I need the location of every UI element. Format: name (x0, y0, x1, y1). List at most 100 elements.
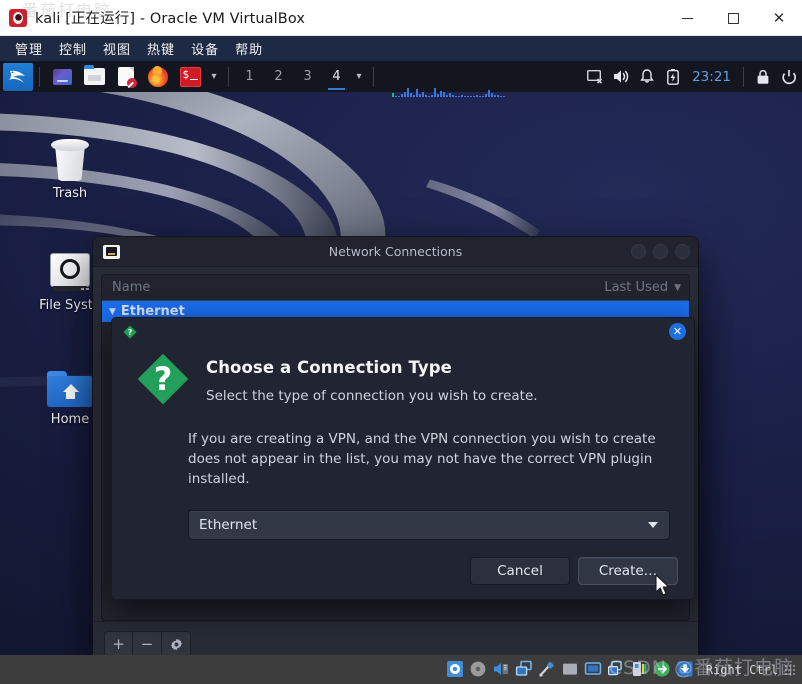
panel-separator (228, 66, 229, 87)
column-header-name[interactable]: Name (102, 280, 569, 295)
resize-grip[interactable] (784, 663, 796, 676)
create-button[interactable]: Create… (578, 557, 678, 585)
dialog-paragraph: If you are creating a VPN, and the VPN c… (188, 431, 656, 487)
dialog-heading: Choose a Connection Type (206, 358, 452, 377)
edit-connection-button[interactable] (162, 631, 191, 655)
nc-maximize-button[interactable] (653, 244, 668, 259)
text-editor-launcher[interactable] (113, 65, 139, 89)
vm-state-icon[interactable] (630, 660, 650, 680)
dialog-footer: Cancel Create… (112, 557, 694, 599)
terminal-launcher[interactable] (177, 65, 203, 89)
shared-folder-icon[interactable] (561, 660, 581, 680)
mouse-integration-icon[interactable] (653, 660, 673, 680)
virtualbox-icon (9, 8, 27, 27)
window-controls: ✕ (664, 0, 802, 36)
question-diamond-icon: ? (123, 324, 137, 339)
nc-minimize-button[interactable] (631, 244, 646, 259)
desktop-icon-label: File Syste (39, 298, 101, 313)
chevron-down-icon (648, 521, 658, 528)
chevron-down-icon[interactable]: ▾ (206, 71, 222, 82)
menu-item-control[interactable]: 控制 (52, 37, 94, 60)
minimize-button[interactable] (664, 0, 710, 36)
question-diamond-icon: ? (136, 352, 190, 410)
menubar: 管理 控制 视图 热键 设备 帮助 (0, 36, 802, 61)
column-header-last-used[interactable]: Last Used ▼ (569, 280, 689, 295)
panel-separator (39, 66, 40, 87)
menu-item-help[interactable]: 帮助 (228, 37, 270, 60)
connection-type-select-wrap: Ethernet (188, 509, 670, 540)
menu-item-devices[interactable]: 设备 (184, 37, 226, 60)
expander-icon[interactable]: ▼ (109, 307, 116, 317)
kali-dragon-icon[interactable] (3, 62, 33, 91)
usb-icon[interactable] (538, 660, 558, 680)
logout-icon[interactable] (776, 65, 802, 89)
workspace-1[interactable]: 1 (239, 63, 260, 90)
gear-icon (170, 638, 182, 650)
home-icon (47, 371, 93, 407)
battery-icon[interactable] (660, 65, 686, 89)
file-manager-launcher[interactable] (49, 65, 75, 89)
desktop-icon-trash[interactable]: Trash (22, 139, 118, 201)
desktop-icon-label: Home (50, 412, 90, 427)
lock-screen-icon[interactable] (750, 65, 776, 89)
files-icon (52, 68, 72, 85)
terminal-icon (179, 66, 201, 87)
close-button[interactable]: ✕ (756, 0, 802, 36)
workspace-4[interactable]: 4 (326, 63, 347, 90)
folder-icon (83, 65, 105, 85)
display-off-icon[interactable] (582, 65, 608, 89)
network-icon[interactable] (515, 660, 535, 680)
volume-icon[interactable] (608, 65, 634, 89)
virtualbox-status-bar: CSDN @番茄打电脑 Right Ctrl (0, 655, 802, 684)
workspace-3[interactable]: 3 (297, 63, 318, 90)
nc-window-controls (631, 244, 690, 259)
nc-toolbar: + − (93, 621, 698, 655)
menu-item-hotkeys[interactable]: 热键 (140, 37, 182, 60)
document-icon (118, 67, 137, 88)
panel-separator (373, 66, 374, 87)
connections-list-header: Name Last Used ▼ (102, 275, 689, 301)
svg-text:?: ? (154, 360, 173, 398)
nc-close-button[interactable] (675, 244, 690, 259)
nc-titlebar[interactable]: Network Connections (93, 237, 698, 267)
trash-icon (50, 139, 90, 181)
cancel-button[interactable]: Cancel (470, 557, 570, 585)
folder-launcher[interactable] (81, 65, 107, 89)
menu-item-manage[interactable]: 管理 (8, 37, 50, 60)
chevron-down-icon[interactable]: ▾ (351, 71, 367, 82)
panel-separator (743, 66, 744, 87)
display-icon[interactable] (584, 660, 604, 680)
panel-spacer (380, 61, 582, 97)
optical-disk-icon[interactable] (469, 660, 489, 680)
connection-type-select-value: Ethernet (199, 516, 258, 533)
dialog-subtitle: Select the type of connection you wish t… (206, 388, 538, 404)
menu-item-view[interactable]: 视图 (96, 37, 138, 60)
desktop-icon-label: Trash (52, 186, 88, 201)
dialog-header: ? ✕ (112, 318, 694, 346)
kali-panel: ▾ 1 2 3 4 ▾ (0, 61, 802, 97)
add-connection-button[interactable]: + (104, 631, 133, 655)
hard-disk-icon[interactable] (446, 660, 466, 680)
window-titlebar: 番茄打电脑 kali [正在运行] - Oracle VM VirtualBox… (0, 0, 802, 36)
notification-bell-icon[interactable] (634, 65, 660, 89)
column-header-last-used-label: Last Used (604, 280, 669, 295)
connection-type-select[interactable]: Ethernet (188, 509, 670, 540)
ethernet-port-icon (103, 244, 120, 259)
virtualbox-window: 番茄打电脑 kali [正在运行] - Oracle VM VirtualBox… (0, 0, 802, 684)
recording-icon[interactable] (607, 660, 627, 680)
nc-window-title: Network Connections (328, 244, 463, 259)
workspace-2[interactable]: 2 (268, 63, 289, 90)
remove-connection-button[interactable]: − (133, 631, 162, 655)
firefox-launcher[interactable] (145, 65, 171, 89)
maximize-button[interactable] (710, 0, 756, 36)
dialog-texts: Choose a Connection Type Select the type… (206, 352, 670, 410)
panel-clock[interactable]: 23:21 (686, 69, 737, 85)
guest-screen: Trash File Syste Home $ ▾ 1 2 3 4 ▾ 23:2… (0, 61, 802, 655)
close-icon[interactable]: ✕ (669, 323, 686, 340)
dialog-main: ? Choose a Connection Type Select the ty… (112, 346, 694, 410)
host-key-label: Right Ctrl (705, 662, 778, 677)
guest-additions-icon[interactable] (676, 660, 696, 680)
svg-text:?: ? (128, 328, 133, 337)
file-system-icon (48, 253, 92, 293)
audio-icon[interactable] (492, 660, 512, 680)
